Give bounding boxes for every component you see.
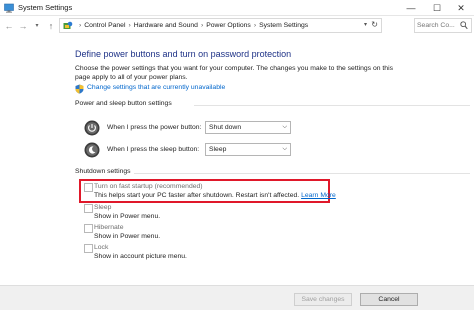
search-box[interactable] xyxy=(414,18,472,33)
title-bar: System Settings — ☐ ✕ xyxy=(0,0,474,16)
sleep-option-label: Sleep xyxy=(94,204,112,211)
hibernate-checkbox[interactable] xyxy=(84,224,93,233)
breadcrumb-system-settings[interactable]: System Settings xyxy=(259,22,308,29)
sleep-button-label: When I press the sleep button: xyxy=(107,146,200,153)
address-bar[interactable]: › Control Panel › Hardware and Sound › Power … xyxy=(59,18,382,33)
chevron-down-icon: ⌵ xyxy=(282,124,287,130)
breadcrumb: › Control Panel › Hardware and Sound › Power … xyxy=(76,22,308,29)
address-dropdown-button[interactable]: ▾ xyxy=(364,21,367,28)
sleep-option-description: Show in Power menu. xyxy=(94,213,161,220)
cancel-button[interactable]: Cancel xyxy=(360,293,418,306)
refresh-button[interactable]: ↻ xyxy=(371,20,378,29)
section-divider xyxy=(134,173,470,174)
breadcrumb-separator[interactable]: › xyxy=(125,22,133,29)
close-button[interactable]: ✕ xyxy=(448,0,474,16)
hibernate-option-label: Hibernate xyxy=(94,224,124,231)
sleep-button-action-value: Sleep xyxy=(209,146,227,153)
page-description: Choose the power settings that you want … xyxy=(75,65,393,81)
shutdown-section-label: Shutdown settings xyxy=(75,168,131,175)
save-changes-button[interactable]: Save changes xyxy=(294,293,352,306)
maximize-button[interactable]: ☐ xyxy=(424,0,450,16)
back-button[interactable]: ← xyxy=(4,20,14,32)
breadcrumb-separator[interactable]: › xyxy=(198,22,206,29)
fast-startup-checkbox[interactable] xyxy=(84,183,93,192)
change-settings-link[interactable]: Change settings that are currently unava… xyxy=(87,84,225,91)
fast-startup-description-text: This helps start your PC faster after sh… xyxy=(94,192,300,199)
sleep-button-action-select[interactable]: Sleep ⌵ xyxy=(205,143,291,156)
section-divider xyxy=(194,105,470,106)
breadcrumb-hardware-and-sound[interactable]: Hardware and Sound xyxy=(134,22,198,29)
learn-more-link[interactable]: Learn More xyxy=(301,192,336,199)
forward-button[interactable]: → xyxy=(18,20,28,32)
main-content: Define power buttons and turn on passwor… xyxy=(0,36,474,310)
fast-startup-description: This helps start your PC faster after sh… xyxy=(94,192,336,199)
search-input[interactable] xyxy=(417,20,461,31)
chevron-down-icon: ⌵ xyxy=(282,146,287,152)
power-button-action-value: Shut down xyxy=(209,124,242,131)
up-button[interactable]: ↑ xyxy=(46,20,56,32)
lock-option-description: Show in account picture menu. xyxy=(94,253,187,260)
minimize-button[interactable]: — xyxy=(398,0,424,16)
breadcrumb-separator[interactable]: › xyxy=(251,22,259,29)
control-panel-icon xyxy=(63,21,73,29)
system-settings-icon xyxy=(4,3,14,13)
search-icon xyxy=(460,21,468,30)
navigation-bar: ← → ▾ ↑ › Control Panel › Hardware and Soun… xyxy=(0,17,474,35)
button-bar: Save changes Cancel xyxy=(0,285,474,310)
window-title: System Settings xyxy=(18,3,73,12)
power-button-label: When I press the power button: xyxy=(107,124,202,131)
recent-locations-button[interactable]: ▾ xyxy=(32,20,42,32)
uac-shield-icon xyxy=(75,84,84,94)
hibernate-option-description: Show in Power menu. xyxy=(94,233,161,240)
power-button-icon xyxy=(84,120,100,136)
lock-option-label: Lock xyxy=(94,244,109,251)
lock-checkbox[interactable] xyxy=(84,244,93,253)
breadcrumb-power-options[interactable]: Power Options xyxy=(206,22,251,29)
page-title: Define power buttons and turn on passwor… xyxy=(75,49,292,59)
power-section-label: Power and sleep button settings xyxy=(75,100,172,107)
fast-startup-label: Turn on fast startup (recommended) xyxy=(94,183,203,190)
power-button-action-select[interactable]: Shut down ⌵ xyxy=(205,121,291,134)
sleep-checkbox[interactable] xyxy=(84,204,93,213)
sleep-button-icon xyxy=(84,142,100,158)
breadcrumb-control-panel[interactable]: Control Panel xyxy=(84,22,125,29)
